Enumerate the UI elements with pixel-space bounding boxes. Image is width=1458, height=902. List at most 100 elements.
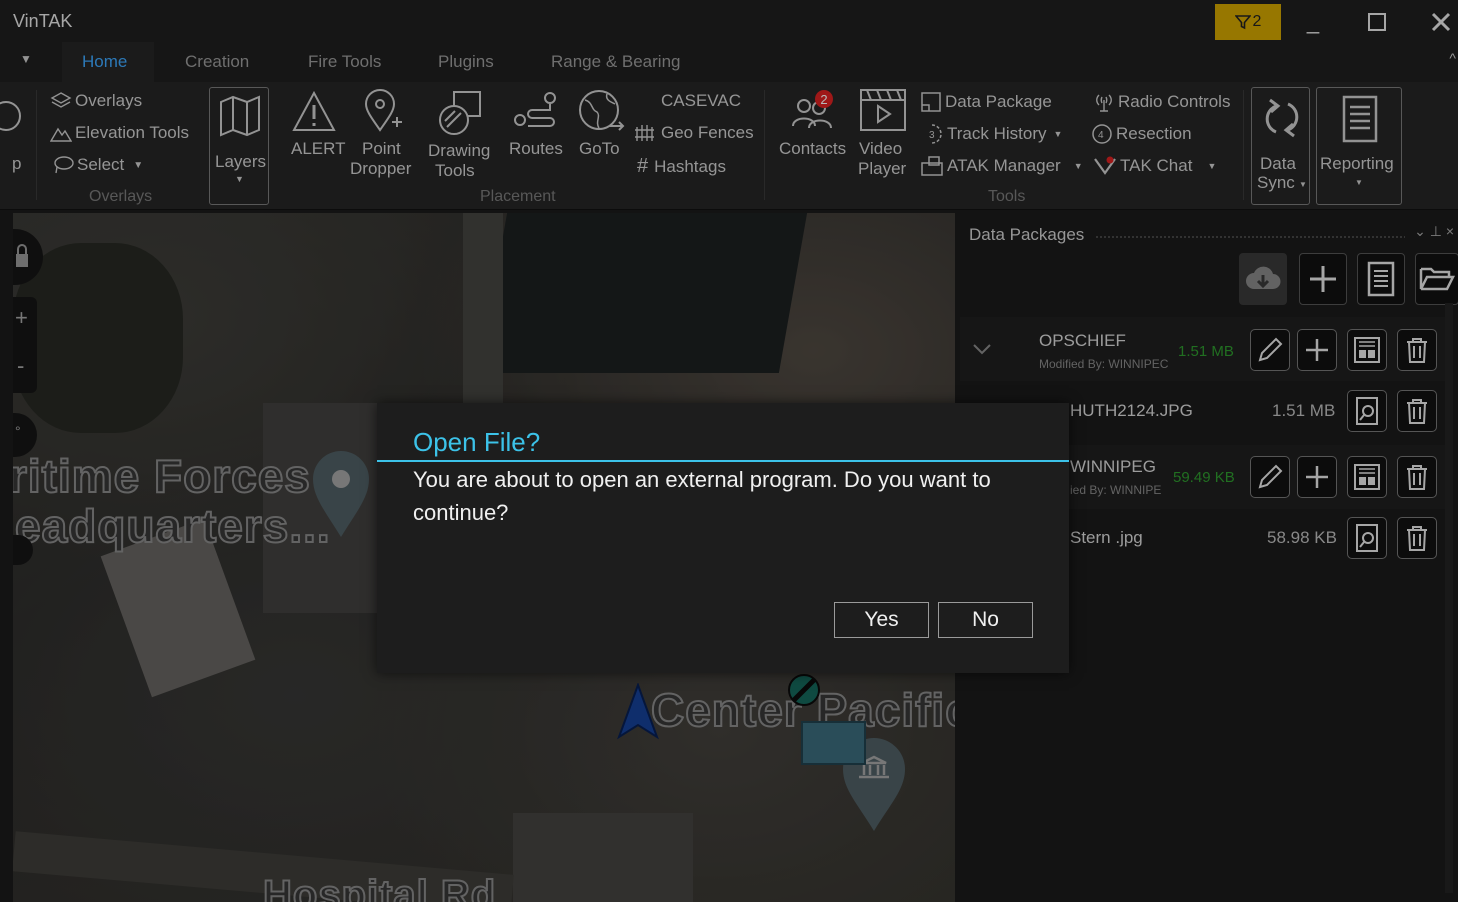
atak-manager-icon	[921, 156, 943, 176]
atak-manager-button[interactable]: ATAK Manager ▼	[920, 155, 1083, 177]
yes-button[interactable]: Yes	[834, 602, 929, 638]
drawing-tools-label-2: Tools	[435, 161, 475, 180]
collapse-ribbon-icon[interactable]: ^	[1449, 50, 1456, 66]
delete-button[interactable]	[1397, 456, 1437, 498]
plus-icon	[1306, 466, 1328, 488]
mountain-icon	[50, 127, 72, 142]
tak-chat-button[interactable]: TAK Chat ▼	[1093, 155, 1216, 177]
list-button[interactable]	[1357, 253, 1405, 305]
plus-icon	[1306, 339, 1328, 361]
tools-group-label: Tools	[988, 188, 1026, 205]
open-folder-button[interactable]	[1415, 253, 1458, 305]
placement-group-label: Placement	[480, 188, 556, 205]
fence-icon	[635, 125, 654, 141]
cloud-download-icon	[1246, 266, 1281, 289]
new-package-button[interactable]	[1299, 253, 1347, 305]
send-button[interactable]	[1347, 329, 1387, 371]
minimize-icon: _	[1306, 9, 1320, 34]
download-button[interactable]	[1239, 253, 1287, 305]
filter-button[interactable]: 2	[1215, 4, 1281, 40]
filter-icon	[1234, 15, 1251, 30]
atak-manager-label: ATAK Manager	[947, 156, 1061, 175]
data-sync-button[interactable]: Data Sync ▼	[1251, 87, 1310, 205]
elevation-tools-button[interactable]: Elevation Tools	[50, 123, 189, 143]
delete-button[interactable]	[1397, 329, 1437, 371]
delete-file-button[interactable]	[1397, 390, 1437, 432]
hashtags-button[interactable]: # Hashtags	[637, 155, 726, 178]
delete-file-button[interactable]	[1397, 517, 1437, 559]
file-name: HUTH2124.JPG	[1070, 401, 1193, 420]
close-icon	[1431, 12, 1451, 32]
track-history-button[interactable]: 3 Track History ▼	[920, 123, 1062, 145]
no-button[interactable]: No	[938, 602, 1033, 638]
edit-button[interactable]	[1250, 456, 1290, 498]
geo-fences-label: Geo Fences	[661, 123, 754, 142]
tab-fire-tools[interactable]: Fire Tools	[308, 52, 381, 72]
reporting-label: Reporting	[1320, 154, 1394, 173]
reporting-button[interactable]: Reporting ▼	[1316, 87, 1402, 205]
add-file-button[interactable]	[1297, 329, 1337, 371]
open-file-button[interactable]	[1347, 517, 1387, 559]
radio-controls-button[interactable]: Radio Controls	[1093, 91, 1230, 113]
panel-controls[interactable]: ⌄ ⊥ ×	[1414, 223, 1454, 240]
hashtags-label: Hashtags	[654, 156, 726, 176]
open-file-button[interactable]	[1347, 390, 1387, 432]
data-sync-label-1: Data	[1260, 154, 1296, 173]
edit-button[interactable]	[1250, 329, 1290, 371]
video-player-label-1: Video	[859, 139, 903, 158]
tab-creation[interactable]: Creation	[185, 52, 249, 72]
panel-scrollbar[interactable]	[1445, 303, 1453, 893]
document-list-icon	[1367, 261, 1395, 297]
globe-arrow-icon	[579, 90, 625, 131]
file-size: 1.51 MB	[1272, 401, 1336, 420]
maximize-button[interactable]	[1352, 4, 1402, 40]
quick-menu-icon[interactable]: ▼	[20, 52, 32, 66]
package-name: OPSCHIEF	[1039, 331, 1126, 350]
clipped-tool-icon[interactable]	[0, 96, 30, 136]
overlays-button[interactable]: Overlays	[50, 91, 142, 111]
tab-home[interactable]: Home	[82, 52, 127, 72]
maximize-icon	[1368, 13, 1386, 31]
route-icon	[514, 92, 556, 127]
drawing-tools-label-1: Drawing	[428, 141, 491, 160]
panel-title: Data Packages	[969, 225, 1085, 244]
chevron-down-icon: ▼	[1053, 129, 1063, 139]
casevac-button[interactable]: CASEVAC	[661, 91, 741, 111]
svg-text:3: 3	[929, 130, 935, 141]
dialog-message: You are about to open an external progra…	[413, 467, 991, 525]
chevron-down-icon[interactable]	[972, 343, 992, 355]
map-pin-plus-icon	[364, 89, 402, 132]
open-file-dialog: Open File? You are about to open an exte…	[377, 403, 1069, 673]
chevron-down-icon: ▼	[133, 159, 144, 171]
close-button[interactable]	[1416, 4, 1458, 40]
add-file-button[interactable]	[1297, 456, 1337, 498]
resection-button[interactable]: 4 Resection	[1091, 123, 1192, 145]
layers-button[interactable]: Layers ▼	[209, 87, 269, 205]
chevron-down-icon: ▼	[1299, 180, 1307, 189]
svg-text:4: 4	[1098, 130, 1104, 141]
pencil-icon	[1258, 337, 1283, 362]
package-size: 1.51 MB	[1178, 343, 1234, 360]
dialog-title-underline	[377, 460, 1069, 462]
folder-icon	[1419, 267, 1455, 291]
geo-fences-button[interactable]: Geo Fences	[634, 123, 754, 143]
send-button[interactable]	[1347, 456, 1387, 498]
tab-plugins[interactable]: Plugins	[438, 52, 494, 72]
tak-chat-label: TAK Chat	[1120, 156, 1193, 175]
report-icon	[1342, 95, 1378, 143]
chevron-down-icon: ▼	[235, 174, 244, 184]
package-modified: Modified By: WINNIPEC	[1039, 357, 1169, 371]
contacts-badge: 2	[815, 90, 833, 108]
trash-icon	[1407, 526, 1427, 551]
select-button[interactable]: Select ▼	[52, 155, 143, 175]
minimize-button[interactable]: _	[1288, 4, 1338, 40]
chevron-down-icon: ▼	[1073, 161, 1083, 171]
sync-icon	[1265, 98, 1299, 138]
chevron-down-icon: ▼	[1355, 178, 1363, 187]
point-dropper-label-1: Point	[362, 139, 401, 158]
track-history-icon: 3	[929, 124, 942, 144]
data-package-button[interactable]: Data Package	[920, 91, 1052, 113]
panel-drag-grip[interactable]	[1095, 235, 1405, 239]
tab-range-bearing[interactable]: Range & Bearing	[551, 52, 680, 72]
radio-controls-label: Radio Controls	[1118, 92, 1231, 111]
